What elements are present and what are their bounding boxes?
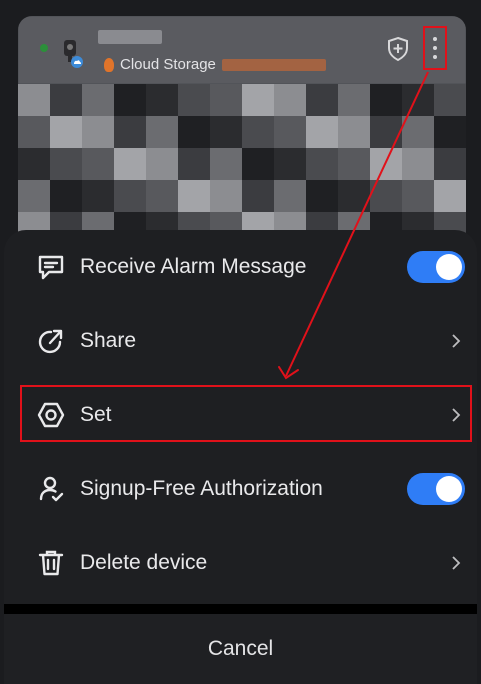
online-status-dot	[40, 44, 48, 52]
chevron-right-icon	[452, 334, 461, 348]
menu-item-receive-alarm[interactable]: Receive Alarm Message	[4, 230, 477, 304]
receive-alarm-toggle[interactable]	[407, 251, 465, 283]
menu-item-label: Receive Alarm Message	[80, 255, 307, 278]
more-options-icon[interactable]	[423, 26, 447, 70]
menu-item-label: Delete device	[80, 551, 208, 574]
fire-icon	[104, 57, 114, 72]
message-icon	[38, 255, 64, 280]
cloud-storage-label: Cloud Storage	[120, 56, 216, 73]
free-trial-label	[221, 58, 326, 71]
annotation-highlight-box	[20, 385, 472, 442]
trash-icon	[38, 550, 64, 576]
camera-icon	[64, 40, 83, 68]
divider	[4, 604, 477, 614]
signup-free-authorization-toggle[interactable]	[407, 473, 465, 505]
cancel-button[interactable]: Cancel	[4, 614, 477, 684]
action-sheet: Receive Alarm Message Share Set Signup-F…	[4, 230, 477, 684]
shield-plus-icon[interactable]	[386, 36, 410, 62]
device-name	[98, 30, 162, 44]
share-icon	[38, 329, 63, 354]
cloud-storage-badge[interactable]: Cloud Storage	[104, 56, 326, 73]
menu-item-label: Share	[80, 329, 137, 352]
chevron-right-icon	[452, 556, 461, 570]
menu-item-label: Signup-Free Authorization	[80, 477, 323, 500]
menu-item-share[interactable]: Share	[4, 304, 477, 378]
menu-item-delete-device[interactable]: Delete device	[4, 526, 477, 600]
menu-item-signup-free-authorization[interactable]: Signup-Free Authorization	[4, 452, 477, 526]
user-check-icon	[39, 476, 64, 502]
